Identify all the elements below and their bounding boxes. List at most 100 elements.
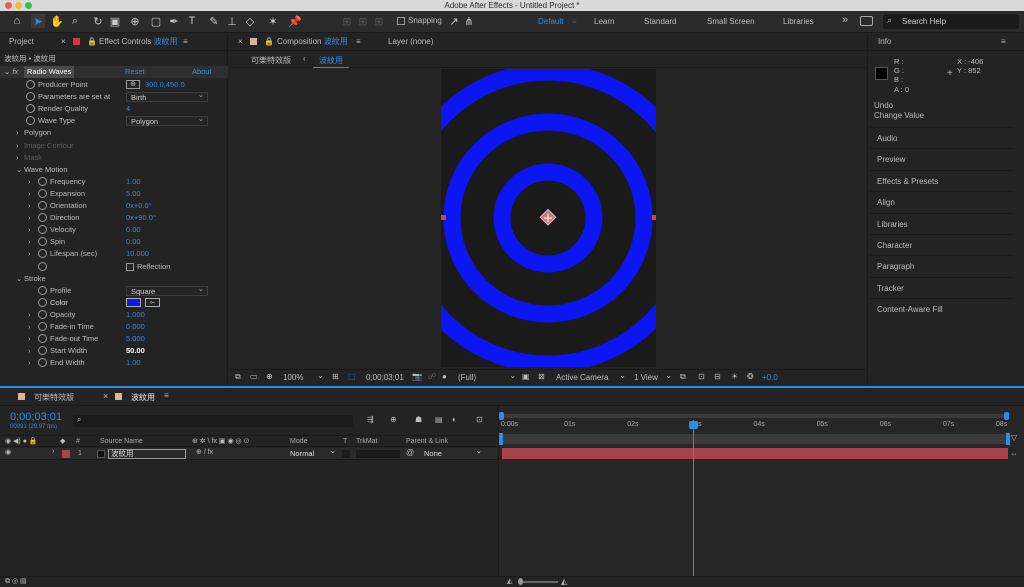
timeline-tab-2[interactable]: 波紋用 <box>131 392 155 403</box>
effect-param-dropdown[interactable]: Square <box>126 284 208 296</box>
type-tool-icon[interactable]: T <box>185 14 199 28</box>
chevron-right-icon[interactable]: › <box>28 188 31 200</box>
effect-param-row[interactable]: › End Width 1.00 <box>0 357 228 369</box>
playhead[interactable] <box>693 420 694 576</box>
pen-tool-icon[interactable]: ✒ <box>167 14 181 28</box>
workspace-learn[interactable]: Learn <box>594 17 614 26</box>
clone-stamp-icon[interactable]: ⊥ <box>225 14 239 28</box>
frame-blending-icon[interactable]: ▤ <box>435 415 443 424</box>
effect-param-row[interactable]: › Orientation 0x+0.0° <box>0 200 228 212</box>
color-swatch-blue[interactable] <box>126 297 141 307</box>
tab-composition[interactable]: Composition 波紋用 <box>277 34 348 50</box>
zoom-tool-icon[interactable]: ⌕ <box>68 14 82 28</box>
hand-tool-icon[interactable]: ✋ <box>50 14 64 28</box>
time-ruler[interactable]: 0:00s01s02s03s04s05s06s07s08s <box>501 420 1009 434</box>
effect-param-row[interactable]: Profile Square <box>0 284 228 297</box>
chevron-right-icon[interactable]: › <box>28 236 31 248</box>
comp-marker-bar[interactable] <box>501 434 1009 444</box>
stopwatch-icon[interactable] <box>38 346 47 356</box>
effect-param-value[interactable]: 0.000 <box>126 321 145 333</box>
effect-param-row[interactable]: › Opacity 1.000 <box>0 309 228 321</box>
rotate-tool-icon[interactable]: ↻ <box>91 14 105 28</box>
panel-audio[interactable]: Audio <box>870 127 1014 148</box>
workspace-libraries[interactable]: Libraries <box>783 17 814 26</box>
preserve-transparency-box[interactable] <box>342 450 350 458</box>
chevron-right-icon[interactable]: › <box>28 200 31 212</box>
effect-param-row[interactable]: › Fade-in Time 0.000 <box>0 321 228 333</box>
effect-param-row[interactable]: Render Quality 4 <box>0 103 228 115</box>
effect-param-row[interactable]: Wave Type Polygon <box>0 114 228 127</box>
out-point-marker[interactable] <box>1006 433 1010 445</box>
comp-flowchart-icon[interactable]: ⇶ <box>367 415 374 424</box>
effect-param-value[interactable]: 300.0,450.0 <box>145 79 185 91</box>
3d-draft-icon[interactable]: ⊡ <box>698 372 705 381</box>
effect-param-value[interactable]: 50.00 <box>126 345 145 357</box>
layer-name[interactable]: 波紋用 <box>108 449 186 459</box>
effect-param-row[interactable]: ⌄ Stroke <box>0 273 228 285</box>
panel-libraries[interactable]: Libraries <box>870 212 1014 234</box>
effect-param-value[interactable]: 4 <box>126 103 130 115</box>
effect-param-dropdown[interactable]: Polygon <box>126 114 208 127</box>
parent-dropdown[interactable]: None ⌄ <box>424 446 482 458</box>
stopwatch-icon[interactable] <box>38 285 47 295</box>
stopwatch-icon[interactable] <box>26 116 35 126</box>
effect-param-row[interactable]: › Lifespan (sec) 10.000 <box>0 248 228 260</box>
tab-effect-controls[interactable]: Effect Controls 波紋用 <box>99 34 178 50</box>
tab-layer[interactable]: Layer (none) <box>388 34 433 50</box>
work-area-end-handle[interactable] <box>1004 412 1009 420</box>
selection-tool-icon[interactable]: ➤ <box>31 14 45 28</box>
workspace-default[interactable]: Default <box>538 17 563 26</box>
effect-name[interactable]: Radio Waves <box>24 66 75 78</box>
timeline-timecode[interactable]: 0;00;03;01 <box>10 411 62 423</box>
layer-visibility-icon[interactable]: ◉ <box>5 448 11 456</box>
stopwatch-icon[interactable] <box>38 322 47 331</box>
effect-param-dropdown[interactable]: Birth <box>126 90 208 103</box>
snap-icon[interactable]: ↗ <box>447 14 461 28</box>
chevron-right-icon[interactable]: › <box>28 309 31 321</box>
stopwatch-icon[interactable] <box>38 249 47 259</box>
crosshair-target-icon[interactable]: ⊕ <box>126 80 140 89</box>
panel-effects-presets[interactable]: Effects & Presets <box>870 169 1014 191</box>
lock-icon[interactable]: 🔒 <box>87 34 97 50</box>
stopwatch-icon[interactable] <box>38 309 47 319</box>
timeline-zoom-knob[interactable] <box>518 578 523 585</box>
chevron-right-icon[interactable]: › <box>28 321 31 333</box>
effect-param-row[interactable]: › Polygon <box>0 127 228 139</box>
chevron-down-icon[interactable]: ⌄ <box>16 273 22 285</box>
panel-content-aware-fill[interactable]: Content-Aware Fill <box>870 298 1014 319</box>
viewer-timecode[interactable]: 0;00;03;01 <box>366 373 404 382</box>
motion-blur-icon[interactable]: ☀ <box>731 372 738 381</box>
stopwatch-icon[interactable] <box>38 188 47 198</box>
parent-pickwhip-icon[interactable]: @ <box>406 448 414 457</box>
rectangle-tool-icon[interactable]: ▢ <box>149 14 163 28</box>
layer-label-color[interactable] <box>62 450 70 458</box>
close-window-button[interactable] <box>5 2 12 9</box>
roto-brush-icon[interactable]: ✶ <box>266 14 280 28</box>
layer-expand-icon[interactable]: › <box>52 448 54 455</box>
timeline-zoom-slider[interactable] <box>518 581 558 583</box>
pan-behind-tool-icon[interactable]: ⊕ <box>128 14 142 28</box>
effect-param-row[interactable]: › Velocity 0.00 <box>0 224 228 236</box>
effect-param-row[interactable]: › Fade-out Time 5.000 <box>0 333 228 345</box>
effect-param-value[interactable]: 5.000 <box>126 333 145 345</box>
chevron-down-icon[interactable]: ⌄ <box>16 164 22 176</box>
work-area-bar[interactable] <box>501 414 1009 418</box>
chevron-right-icon[interactable]: › <box>28 176 31 188</box>
effect-about-link[interactable]: About <box>192 66 212 78</box>
close-comp-tab-icon[interactable]: × <box>238 34 243 50</box>
chevron-right-icon[interactable]: › <box>28 345 31 357</box>
camera-dropdown[interactable]: Active Camera ⌄ <box>556 371 626 382</box>
stopwatch-icon[interactable] <box>26 104 35 114</box>
stopwatch-icon[interactable] <box>38 334 47 344</box>
draft-3d-timeline-icon[interactable]: ⊕ <box>390 415 397 424</box>
panel-paragraph[interactable]: Paragraph <box>870 255 1014 276</box>
draft-3d-icon[interactable]: ⊟ <box>714 372 721 381</box>
workspace-menu-icon[interactable] <box>860 16 873 26</box>
chevron-right-icon[interactable]: › <box>16 140 19 152</box>
home-icon[interactable]: ⌂ <box>10 14 24 28</box>
magnet-icon[interactable]: ⋔ <box>462 14 476 28</box>
timeline-menu-icon[interactable]: ≡ <box>164 391 169 400</box>
effect-fx-icon[interactable]: ⌄ fx <box>4 66 18 78</box>
effect-param-row[interactable]: › Mask <box>0 152 228 164</box>
chevron-right-icon[interactable]: › <box>28 212 31 224</box>
